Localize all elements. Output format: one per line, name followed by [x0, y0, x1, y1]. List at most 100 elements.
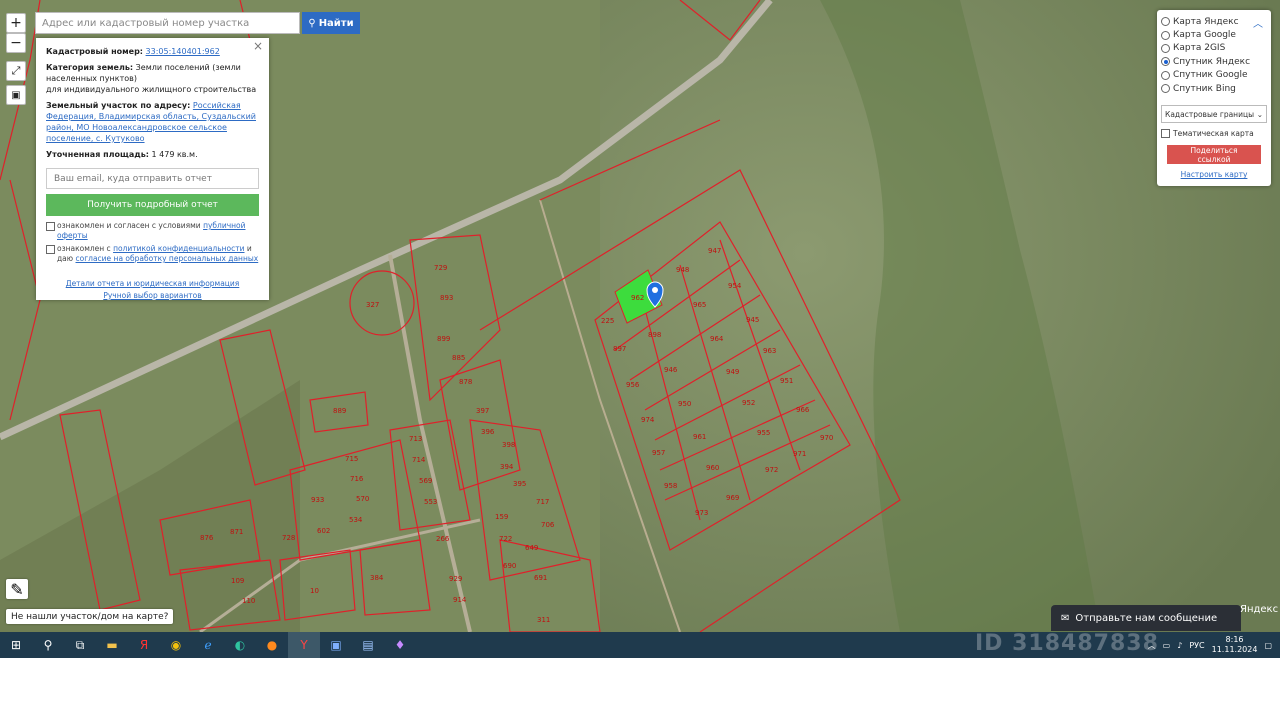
edge-icon[interactable]: ◐ — [224, 632, 256, 658]
parcel-label: 893 — [440, 294, 453, 302]
address-label: Земельный участок по адресу: — [46, 101, 191, 110]
satellite-map[interactable]: 948 947 954 965 945 964 963 949 951 952 … — [0, 0, 1280, 632]
parcel-label: 962 — [631, 294, 644, 302]
parcel-label: 951 — [780, 377, 793, 385]
radio-button[interactable] — [1161, 17, 1170, 27]
parcel-label: 948 — [676, 266, 689, 274]
parcel-info-panel: × Кадастровый номер: 33:05:140401:962 Ка… — [36, 38, 269, 300]
yandex-attribution: Яндекс — [1240, 604, 1279, 615]
print-icon[interactable]: ▣ — [6, 85, 26, 105]
consent-privacy-checkbox[interactable] — [46, 245, 55, 254]
search-button-label: Найти — [318, 17, 354, 29]
privacy-policy-link[interactable]: политикой конфиденциальности — [113, 244, 244, 253]
parcel-label: 899 — [437, 335, 450, 343]
language-indicator[interactable]: РУС — [1189, 641, 1204, 650]
not-found-button[interactable]: Не нашли участок/дом на карте? — [6, 609, 174, 624]
cadastral-number-link[interactable]: 33:05:140401:962 — [146, 47, 220, 56]
yandex-browser-icon[interactable]: Я — [128, 632, 160, 658]
start-icon[interactable]: ⊞ — [0, 632, 32, 658]
layer-option[interactable]: Карта 2GIS — [1161, 42, 1267, 55]
layer-option[interactable]: Карта Google — [1161, 28, 1267, 41]
chat-widget-bar[interactable]: ✉ Отправьте нам сообщение — [1051, 605, 1241, 631]
document-app-icon[interactable]: ▤ — [352, 632, 384, 658]
layer-option-label: Спутник Яндекс — [1173, 56, 1251, 67]
radio-button[interactable] — [1161, 84, 1170, 94]
search-input[interactable] — [35, 12, 300, 34]
parcel-label: 553 — [424, 498, 437, 506]
overlay-select[interactable]: Кадастровые границы ⌄ — [1161, 105, 1267, 124]
personal-data-consent-link[interactable]: согласие на обработку персональных данны… — [76, 254, 259, 263]
thematic-map-row[interactable]: Тематическая карта — [1161, 129, 1267, 139]
parcel-label: 570 — [356, 495, 369, 503]
system-tray: ︿ ▭ ♪ РУС 8:16 11.11.2024 ▢ — [1148, 632, 1280, 658]
parcel-label: 946 — [664, 366, 678, 374]
parcel-label: 973 — [695, 509, 708, 517]
parcel-label: 384 — [370, 574, 384, 582]
radio-button-selected[interactable] — [1161, 57, 1170, 67]
manual-selection-link[interactable]: Ручной выбор вариантов — [103, 291, 201, 300]
parcel-label: 602 — [317, 527, 330, 535]
parcel-label: 897 — [613, 345, 626, 353]
clock-date: 11.11.2024 — [1211, 645, 1258, 654]
close-icon[interactable]: × — [253, 40, 263, 52]
parcel-label: 964 — [710, 335, 724, 343]
layer-option[interactable]: Спутник Google — [1161, 69, 1267, 82]
area-label: Уточненная площадь: — [46, 150, 149, 159]
watermark: ID 318487838 — [975, 631, 1159, 656]
chevron-up-icon[interactable]: ︿ — [1253, 15, 1263, 30]
email-field[interactable] — [46, 168, 259, 189]
map-layers-panel: ︿ Карта Яндекс Карта Google Карта 2GIS С… — [1157, 10, 1271, 186]
search-icon[interactable]: ⚲ — [32, 632, 64, 658]
parcel-label: 963 — [763, 347, 776, 355]
radio-button[interactable] — [1161, 70, 1170, 80]
notifications-icon[interactable]: ▢ — [1264, 641, 1272, 650]
fullscreen-icon[interactable]: ⤢ — [6, 61, 26, 81]
report-details-link[interactable]: Детали отчета и юридическая информация — [66, 279, 240, 288]
layer-option[interactable]: Спутник Bing — [1161, 82, 1267, 95]
consent-offer-checkbox[interactable] — [46, 222, 55, 231]
network-icon[interactable]: ▭ — [1163, 641, 1171, 650]
parcel-label: 871 — [230, 528, 243, 536]
parcel-label: 569 — [419, 477, 432, 485]
file-explorer-icon[interactable]: ▬ — [96, 632, 128, 658]
radio-button[interactable] — [1161, 43, 1170, 53]
consent-offer-text: ознакомлен и согласен с условиями — [57, 221, 201, 230]
parcel-label: 969 — [726, 494, 739, 502]
parcel-label: 714 — [412, 456, 426, 464]
zoom-in-button[interactable]: + — [6, 13, 26, 33]
layer-option-label: Карта Яндекс — [1173, 16, 1239, 27]
thematic-map-checkbox[interactable] — [1161, 129, 1170, 139]
parcel-label: 109 — [231, 577, 244, 585]
area-value: 1 479 кв.м. — [151, 150, 198, 159]
maps-app-icon[interactable]: ♦ — [384, 632, 416, 658]
parcel-label: 397 — [476, 407, 489, 415]
message-icon: ✉ — [1061, 612, 1070, 624]
layer-option[interactable]: Карта Яндекс — [1161, 15, 1267, 28]
parcel-label: 10 — [310, 587, 319, 595]
radio-button[interactable] — [1161, 30, 1170, 40]
firefox-icon[interactable]: ● — [256, 632, 288, 658]
pencil-icon[interactable]: ✎ — [6, 579, 28, 599]
parcel-label: 327 — [366, 301, 379, 309]
layer-option[interactable]: Спутник Яндекс — [1161, 55, 1267, 68]
parcel-label: 955 — [757, 429, 770, 437]
get-report-button[interactable]: Получить подробный отчет — [46, 194, 259, 216]
parcel-label: 715 — [345, 455, 358, 463]
save-icon[interactable]: ▣ — [320, 632, 352, 658]
configure-map-link[interactable]: Настроить карту — [1161, 170, 1267, 179]
zoom-out-button[interactable]: − — [6, 33, 26, 53]
area-row: Уточненная площадь: 1 479 кв.м. — [46, 149, 259, 160]
volume-icon[interactable]: ♪ — [1177, 641, 1182, 650]
search-button[interactable]: ⚲ Найти — [302, 12, 360, 34]
clock[interactable]: 8:16 11.11.2024 — [1212, 635, 1258, 655]
chrome-icon[interactable]: ◉ — [160, 632, 192, 658]
layer-option-label: Спутник Google — [1173, 70, 1248, 81]
land-category-label: Категория земель: — [46, 63, 134, 72]
parcel-label: 914 — [453, 596, 467, 604]
internet-explorer-icon[interactable]: ℯ — [192, 632, 224, 658]
parcel-label: 717 — [536, 498, 549, 506]
share-link-button[interactable]: Поделиться ссылкой — [1167, 145, 1261, 165]
task-view-icon[interactable]: ⧉ — [64, 632, 96, 658]
yandex-active-icon[interactable]: Y — [288, 632, 320, 658]
cadastral-number-row: Кадастровый номер: 33:05:140401:962 — [46, 46, 259, 57]
